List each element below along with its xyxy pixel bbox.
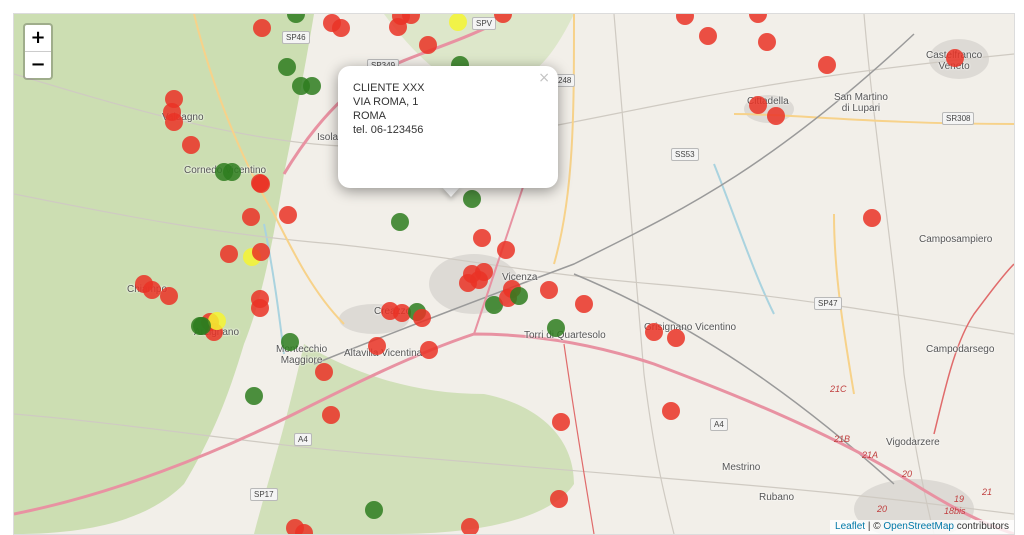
client-marker-red[interactable] bbox=[461, 518, 479, 534]
client-marker-red[interactable] bbox=[252, 243, 270, 261]
client-marker-red[interactable] bbox=[667, 329, 685, 347]
popup-city: ROMA bbox=[353, 110, 386, 122]
client-marker-red[interactable] bbox=[420, 341, 438, 359]
popup-phone: tel. 06-123456 bbox=[353, 124, 424, 136]
client-marker-red[interactable] bbox=[494, 14, 512, 23]
client-marker-red[interactable] bbox=[165, 113, 183, 131]
client-marker-red[interactable] bbox=[645, 323, 663, 341]
attribution-suffix: contributors bbox=[953, 521, 1009, 532]
client-marker-red[interactable] bbox=[550, 490, 568, 508]
client-marker-red[interactable] bbox=[699, 27, 717, 45]
leaflet-link[interactable]: Leaflet bbox=[835, 521, 865, 532]
popup-address: VIA ROMA, 1 bbox=[353, 96, 419, 108]
client-marker-red[interactable] bbox=[251, 299, 269, 317]
client-marker-red[interactable] bbox=[286, 519, 304, 534]
client-marker-green[interactable] bbox=[510, 287, 528, 305]
client-marker-red[interactable] bbox=[473, 229, 491, 247]
client-marker-red[interactable] bbox=[220, 245, 238, 263]
client-marker-red[interactable] bbox=[818, 56, 836, 74]
client-marker-red[interactable] bbox=[182, 136, 200, 154]
client-marker-yellow[interactable] bbox=[449, 14, 467, 31]
client-marker-red[interactable] bbox=[413, 309, 431, 327]
client-marker-red[interactable] bbox=[279, 206, 297, 224]
client-marker-red[interactable] bbox=[242, 208, 260, 226]
client-popup: × CLIENTE XXX VIA ROMA, 1 ROMA tel. 06-1… bbox=[338, 66, 558, 188]
client-marker-green[interactable] bbox=[303, 77, 321, 95]
client-marker-red[interactable] bbox=[540, 281, 558, 299]
client-marker-red[interactable] bbox=[662, 402, 680, 420]
client-marker-red[interactable] bbox=[332, 19, 350, 37]
map-container[interactable]: CastelfrancoVenetoSan Martinodi LupariCi… bbox=[13, 13, 1015, 535]
popup-close-button[interactable]: × bbox=[538, 70, 550, 86]
map-attribution: Leaflet | © OpenStreetMap contributors bbox=[830, 520, 1014, 534]
client-marker-red[interactable] bbox=[575, 295, 593, 313]
client-marker-red[interactable] bbox=[252, 175, 270, 193]
client-marker-red[interactable] bbox=[419, 36, 437, 54]
client-marker-red[interactable] bbox=[470, 271, 488, 289]
client-marker-green[interactable] bbox=[463, 190, 481, 208]
osm-link[interactable]: OpenStreetMap bbox=[883, 521, 954, 532]
client-marker-green[interactable] bbox=[391, 213, 409, 231]
client-marker-green[interactable] bbox=[547, 319, 565, 337]
client-marker-green[interactable] bbox=[278, 58, 296, 76]
client-marker-red[interactable] bbox=[863, 209, 881, 227]
client-marker-green[interactable] bbox=[281, 333, 299, 351]
client-marker-red[interactable] bbox=[315, 363, 333, 381]
client-marker-red[interactable] bbox=[749, 14, 767, 23]
client-marker-green[interactable] bbox=[365, 501, 383, 519]
client-marker-red[interactable] bbox=[946, 49, 964, 67]
client-marker-red[interactable] bbox=[767, 107, 785, 125]
client-marker-red[interactable] bbox=[160, 287, 178, 305]
popup-content: CLIENTE XXX VIA ROMA, 1 ROMA tel. 06-123… bbox=[353, 81, 425, 137]
attribution-separator: | © bbox=[865, 521, 884, 532]
client-marker-red[interactable] bbox=[143, 281, 161, 299]
client-marker-red[interactable] bbox=[253, 19, 271, 37]
client-marker-red[interactable] bbox=[676, 14, 694, 25]
zoom-in-button[interactable]: + bbox=[25, 25, 51, 52]
client-marker-red[interactable] bbox=[322, 406, 340, 424]
client-marker-green[interactable] bbox=[245, 387, 263, 405]
client-marker-green[interactable] bbox=[193, 317, 211, 335]
client-marker-red[interactable] bbox=[749, 96, 767, 114]
client-marker-red[interactable] bbox=[497, 241, 515, 259]
client-marker-green[interactable] bbox=[223, 163, 241, 181]
zoom-control: + − bbox=[23, 23, 53, 80]
client-marker-green[interactable] bbox=[287, 14, 305, 23]
client-marker-red[interactable] bbox=[389, 18, 407, 36]
zoom-out-button[interactable]: − bbox=[25, 52, 51, 78]
client-marker-red[interactable] bbox=[552, 413, 570, 431]
client-marker-red[interactable] bbox=[758, 33, 776, 51]
popup-client-name: CLIENTE XXX bbox=[353, 82, 425, 94]
client-marker-red[interactable] bbox=[368, 337, 386, 355]
